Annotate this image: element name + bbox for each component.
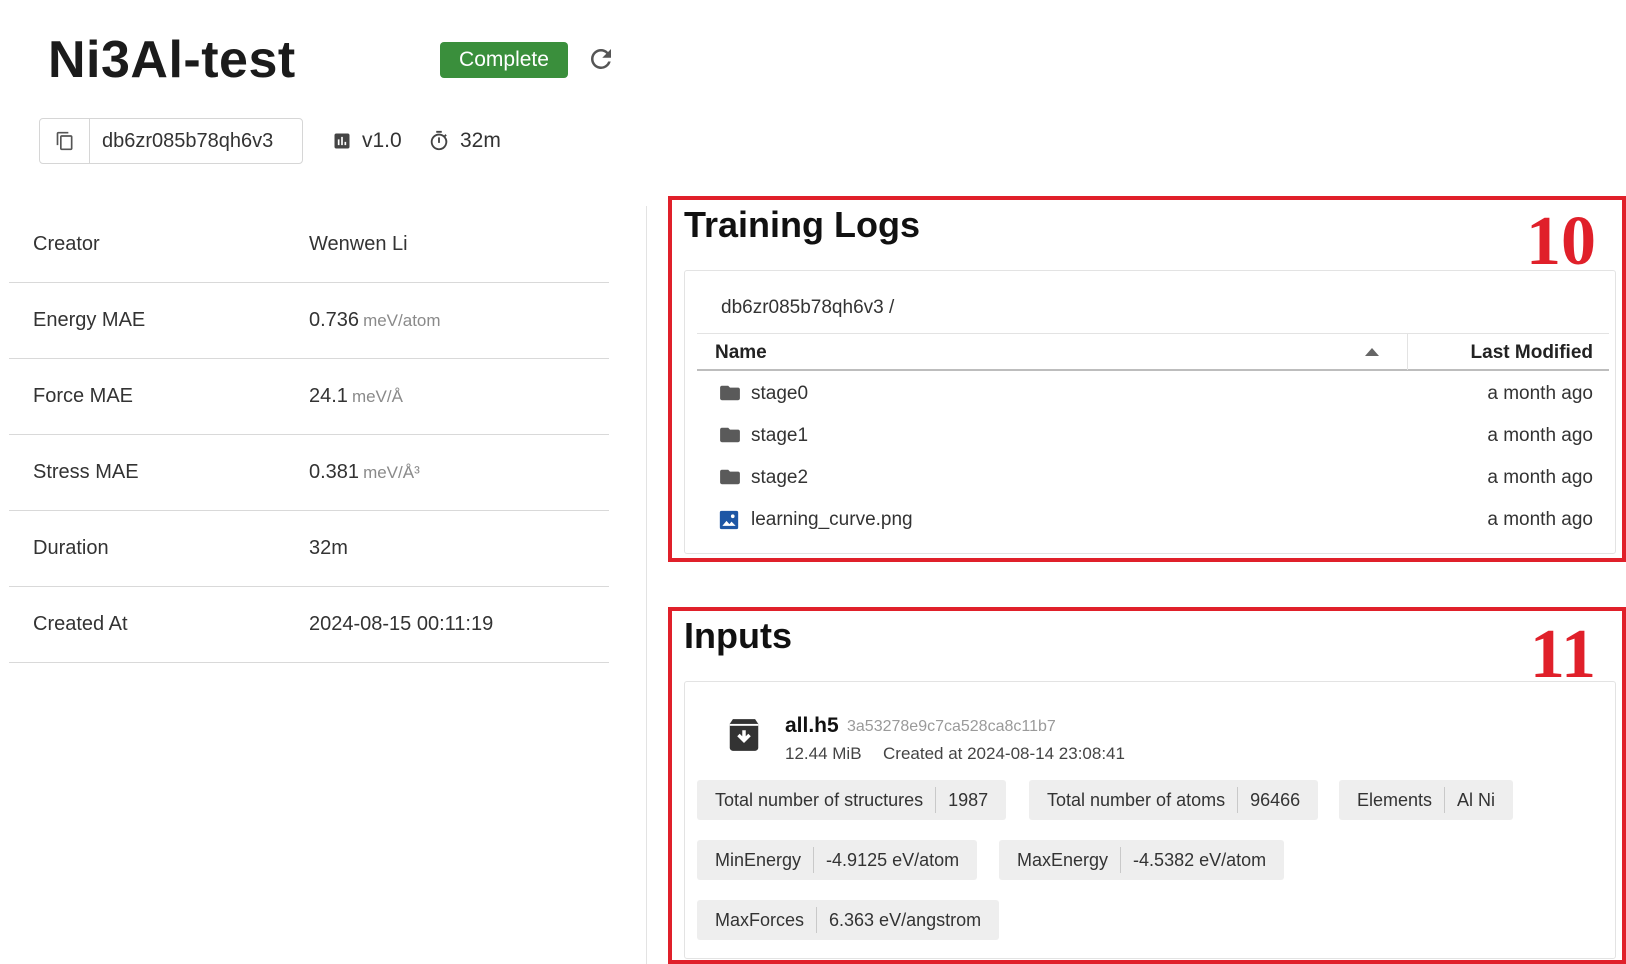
- training-logs-title: Training Logs: [684, 204, 921, 245]
- prop-row-creator: Creator Wenwen Li: [9, 207, 609, 283]
- stat-chip: MinEnergy -4.9125 eV/atom: [697, 840, 978, 880]
- inputs-title: Inputs: [684, 615, 792, 656]
- file-row[interactable]: stage0 a month ago: [697, 373, 1609, 415]
- prop-label: Stress MAE: [33, 461, 139, 483]
- stat-value: 6.363 eV/angstrom: [829, 909, 982, 930]
- chart-icon: [334, 133, 350, 149]
- prop-row-created-at: Created At 2024-08-15 00:11:19: [9, 587, 609, 663]
- breadcrumb[interactable]: db6zr085b78qh6v3 /: [721, 297, 894, 319]
- column-header-modified[interactable]: Last Modified: [1471, 342, 1593, 364]
- model-id: db6zr085b78qh6v3: [102, 129, 274, 152]
- training-logs-section: Training Logs 10 db6zr085b78qh6v3 / Name…: [668, 196, 1626, 562]
- prop-unit: meV/Å³: [363, 462, 420, 482]
- prop-unit: meV/Å: [351, 386, 403, 406]
- chip-divider: [935, 787, 937, 813]
- page-title: Ni3Al-test: [48, 31, 296, 89]
- prop-label: Creator: [33, 233, 100, 255]
- stat-chip: Total number of atoms 96466: [1029, 780, 1319, 820]
- prop-row-stress-mae: Stress MAE 0.381 meV/Å³: [9, 435, 609, 511]
- prop-value: 2024-08-15 00:11:19: [309, 613, 494, 635]
- table-header: Name Last Modified: [697, 333, 1609, 371]
- file-name: stage2: [751, 467, 809, 488]
- prop-value: Wenwen Li: [309, 233, 408, 255]
- chip-divider: [1120, 847, 1122, 873]
- chip-divider: [1444, 787, 1446, 813]
- prop-value: 0.381: [309, 461, 360, 483]
- stat-chip: Elements Al Ni: [1339, 780, 1514, 820]
- prop-unit: meV/atom: [363, 310, 441, 330]
- file-name: stage0: [751, 383, 809, 404]
- version-meta: v1.0: [332, 129, 402, 153]
- version-label: v1.0: [362, 129, 402, 152]
- chip-divider: [1237, 787, 1239, 813]
- prop-value: 24.1: [309, 385, 348, 407]
- folder-icon: [720, 469, 740, 485]
- dataset-hash: 3a53278e9c7ca528ca8c11b7: [847, 718, 1056, 735]
- stat-value: -4.5382 eV/atom: [1133, 849, 1267, 870]
- sort-asc-icon[interactable]: [1365, 348, 1379, 356]
- stat-label: MinEnergy: [715, 849, 802, 870]
- file-row[interactable]: learning_curve.png a month ago: [697, 499, 1609, 541]
- inputs-section: Inputs 11 all.h5 3a53278e9c7ca528ca8c11b…: [668, 607, 1626, 964]
- column-header-name[interactable]: Name: [715, 342, 767, 364]
- file-modified: a month ago: [1487, 509, 1593, 530]
- dataset-created: Created at 2024-08-14 23:08:41: [883, 744, 1125, 763]
- archive-download-icon[interactable]: [725, 716, 763, 754]
- prop-label: Energy MAE: [33, 309, 146, 331]
- dataset-size: 12.44 MiB: [785, 744, 862, 763]
- column-divider: [646, 206, 647, 964]
- prop-value: 0.736: [309, 309, 360, 331]
- image-icon: [719, 510, 739, 530]
- prop-row-duration: Duration 32m: [9, 511, 609, 587]
- file-name: stage1: [751, 425, 809, 446]
- dataset-card: all.h5 3a53278e9c7ca528ca8c11b7 12.44 Mi…: [684, 681, 1616, 959]
- prop-value: 32m: [309, 537, 348, 559]
- stat-label: MaxForces: [715, 909, 805, 930]
- prop-label: Duration: [33, 537, 109, 559]
- stat-label: Total number of structures: [715, 789, 924, 810]
- chip-divider: [816, 907, 818, 933]
- stat-chip: MaxForces 6.363 eV/angstrom: [697, 900, 1000, 940]
- copy-icon[interactable]: [40, 119, 90, 163]
- file-modified: a month ago: [1487, 383, 1593, 404]
- column-divider: [1407, 334, 1408, 370]
- stat-value: 96466: [1250, 789, 1301, 810]
- stat-value: 1987: [948, 789, 989, 810]
- prop-row-force-mae: Force MAE 24.1 meV/Å: [9, 359, 609, 435]
- id-copy-box: db6zr085b78qh6v3: [39, 118, 303, 164]
- refresh-icon[interactable]: [586, 44, 616, 74]
- file-browser: db6zr085b78qh6v3 / Name Last Modified st…: [684, 270, 1616, 554]
- stat-chip: MaxEnergy -4.5382 eV/atom: [999, 840, 1285, 880]
- chip-divider: [813, 847, 815, 873]
- folder-icon: [720, 427, 740, 443]
- timer-icon: [430, 130, 448, 151]
- duration-label: 32m: [460, 129, 501, 152]
- file-row[interactable]: stage2 a month ago: [697, 457, 1609, 499]
- duration-meta: 32m: [428, 129, 501, 153]
- file-modified: a month ago: [1487, 425, 1593, 446]
- folder-icon: [720, 385, 740, 401]
- prop-label: Created At: [33, 613, 128, 635]
- file-name: learning_curve.png: [751, 509, 913, 530]
- stat-value: -4.9125 eV/atom: [826, 849, 960, 870]
- file-modified: a month ago: [1487, 467, 1593, 488]
- stat-value: Al Ni: [1457, 789, 1496, 810]
- prop-label: Force MAE: [33, 385, 134, 407]
- file-row[interactable]: stage1 a month ago: [697, 415, 1609, 457]
- properties-table: Creator Wenwen Li Energy MAE 0.736 meV/a…: [9, 207, 609, 663]
- prop-row-energy-mae: Energy MAE 0.736 meV/atom: [9, 283, 609, 359]
- stat-label: MaxEnergy: [1017, 849, 1109, 870]
- stat-label: Total number of atoms: [1047, 789, 1226, 810]
- stat-label: Elements: [1357, 789, 1433, 810]
- dataset-name[interactable]: all.h5: [785, 714, 839, 738]
- stat-chip: Total number of structures 1987: [697, 780, 1007, 820]
- status-badge: Complete: [440, 42, 568, 78]
